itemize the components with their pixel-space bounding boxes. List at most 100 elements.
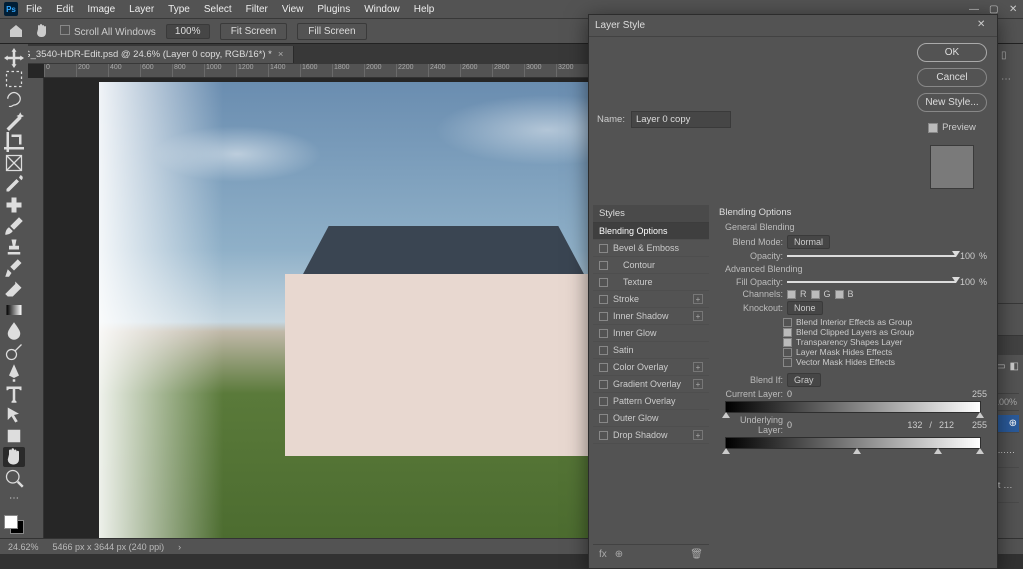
new-style-button[interactable]: New Style...: [917, 93, 987, 112]
menu-view[interactable]: View: [276, 2, 310, 17]
document-title: _MG_3540-HDR-Edit.psd @ 24.6% (Layer 0 c…: [10, 49, 272, 60]
style-item-contour[interactable]: Contour: [593, 257, 709, 274]
layer-name-input[interactable]: [631, 111, 731, 128]
style-item-inner-glow[interactable]: Inner Glow: [593, 325, 709, 342]
status-zoom[interactable]: 24.62%: [8, 542, 39, 552]
history-brush-icon[interactable]: [3, 258, 25, 278]
ok-button[interactable]: OK: [917, 43, 987, 62]
style-item-bevel-emboss[interactable]: Bevel & Emboss: [593, 240, 709, 257]
brush-tool-icon[interactable]: [3, 216, 25, 236]
menu-layer[interactable]: Layer: [123, 2, 160, 17]
style-item-pattern-overlay[interactable]: Pattern Overlay: [593, 393, 709, 410]
dialog-titlebar[interactable]: Layer Style ✕: [589, 15, 997, 37]
add-effect-icon[interactable]: +: [693, 362, 703, 372]
blur-tool-icon[interactable]: [3, 321, 25, 341]
add-down-icon[interactable]: ⊕: [615, 549, 623, 560]
styles-list: Styles Blending OptionsBevel & EmbossCon…: [593, 205, 709, 564]
wand-tool-icon[interactable]: [3, 111, 25, 131]
fill-screen-button[interactable]: Fill Screen: [297, 23, 366, 40]
path-select-icon[interactable]: [3, 405, 25, 425]
align-bot-icon[interactable]: ▯: [1001, 50, 1017, 66]
chevron-right-icon[interactable]: ›: [178, 542, 181, 552]
chk-vectormask[interactable]: Vector Mask Hides Effects: [783, 357, 987, 367]
menu-file[interactable]: File: [20, 2, 48, 17]
add-effect-icon[interactable]: +: [693, 294, 703, 304]
close-tab-icon[interactable]: ×: [278, 49, 284, 60]
maximize-icon[interactable]: ▢: [989, 4, 999, 14]
fill-opacity-slider[interactable]: [787, 279, 956, 285]
chk-interior[interactable]: Blend Interior Effects as Group: [783, 317, 987, 327]
type-tool-icon[interactable]: [3, 384, 25, 404]
style-item-gradient-overlay[interactable]: Gradient Overlay+: [593, 376, 709, 393]
channel-g-checkbox[interactable]: [811, 290, 820, 299]
style-item-blending-options[interactable]: Blending Options: [593, 223, 709, 240]
blendif-select[interactable]: Gray: [787, 373, 821, 387]
hand-tool-icon[interactable]: [34, 23, 50, 39]
chk-transparency[interactable]: Transparency Shapes Layer: [783, 337, 987, 347]
style-item-outer-glow[interactable]: Outer Glow: [593, 410, 709, 427]
underlying-range[interactable]: [725, 437, 981, 449]
menu-image[interactable]: Image: [81, 2, 121, 17]
more-icon[interactable]: ⋯: [1001, 74, 1017, 90]
style-item-texture[interactable]: Texture: [593, 274, 709, 291]
menu-type[interactable]: Type: [162, 2, 196, 17]
color-swatches[interactable]: [4, 515, 24, 534]
fx-icon[interactable]: fx: [599, 549, 607, 560]
menu-filter[interactable]: Filter: [240, 2, 274, 17]
document-tab[interactable]: _MG_3540-HDR-Edit.psd @ 24.6% (Layer 0 c…: [0, 46, 294, 63]
channel-b-checkbox[interactable]: [835, 290, 844, 299]
layer-style-dialog: Layer Style ✕ Name: OK Cancel New Style.…: [588, 14, 998, 569]
crop-tool-icon[interactable]: [3, 132, 25, 152]
minimize-icon[interactable]: —: [969, 4, 979, 14]
fit-screen-button[interactable]: Fit Screen: [220, 23, 288, 40]
zoom-tool-icon[interactable]: [3, 468, 25, 488]
home-icon[interactable]: [8, 23, 24, 39]
add-effect-icon[interactable]: +: [693, 311, 703, 321]
style-item-color-overlay[interactable]: Color Overlay+: [593, 359, 709, 376]
menu-plugins[interactable]: Plugins: [311, 2, 356, 17]
shape-tool-icon[interactable]: [3, 426, 25, 446]
style-item-inner-shadow[interactable]: Inner Shadow+: [593, 308, 709, 325]
menu-select[interactable]: Select: [198, 2, 238, 17]
status-doc-info[interactable]: 5466 px x 3644 px (240 ppi): [53, 542, 165, 552]
zoom-input[interactable]: 100%: [166, 24, 210, 39]
stamp-tool-icon[interactable]: [3, 237, 25, 257]
menu-edit[interactable]: Edit: [50, 2, 79, 17]
chk-clipped[interactable]: Blend Clipped Layers as Group: [783, 327, 987, 337]
more-tools-icon[interactable]: ⋯: [3, 489, 25, 508]
pen-tool-icon[interactable]: [3, 363, 25, 383]
marquee-tool-icon[interactable]: [3, 69, 25, 89]
eraser-tool-icon[interactable]: [3, 279, 25, 299]
heal-tool-icon[interactable]: [3, 195, 25, 215]
opacity-slider[interactable]: [787, 253, 956, 259]
preview-checkbox[interactable]: Preview: [917, 122, 987, 133]
channel-r-checkbox[interactable]: [787, 290, 796, 299]
style-item-satin[interactable]: Satin: [593, 342, 709, 359]
menu-help[interactable]: Help: [408, 2, 441, 17]
style-item-drop-shadow[interactable]: Drop Shadow+: [593, 427, 709, 444]
dodge-tool-icon[interactable]: [3, 342, 25, 362]
fill-value[interactable]: 100: [960, 277, 975, 287]
cancel-button[interactable]: Cancel: [917, 68, 987, 87]
opacity-value[interactable]: 100: [960, 251, 975, 261]
chk-layermask[interactable]: Layer Mask Hides Effects: [783, 347, 987, 357]
this-layer-range[interactable]: [725, 401, 981, 413]
trash-icon[interactable]: 🗑: [690, 549, 703, 560]
lasso-tool-icon[interactable]: [3, 90, 25, 110]
blend-mode-select[interactable]: Normal: [787, 235, 830, 249]
move-tool-icon[interactable]: [3, 48, 25, 68]
filter-smart-icon[interactable]: ◧: [1010, 361, 1019, 372]
close-icon[interactable]: ✕: [1009, 4, 1019, 14]
frame-tool-icon[interactable]: [3, 153, 25, 173]
add-icon[interactable]: ⊕: [1009, 418, 1017, 429]
style-item-stroke[interactable]: Stroke+: [593, 291, 709, 308]
add-effect-icon[interactable]: +: [693, 379, 703, 389]
hand-tool-icon-2[interactable]: [3, 447, 25, 467]
knockout-select[interactable]: None: [787, 301, 823, 315]
dialog-close-icon[interactable]: ✕: [977, 19, 991, 33]
add-effect-icon[interactable]: +: [693, 430, 703, 440]
eyedropper-tool-icon[interactable]: [3, 174, 25, 194]
gradient-tool-icon[interactable]: [3, 300, 25, 320]
menu-window[interactable]: Window: [358, 2, 406, 17]
scroll-all-checkbox[interactable]: Scroll All Windows: [60, 25, 156, 38]
